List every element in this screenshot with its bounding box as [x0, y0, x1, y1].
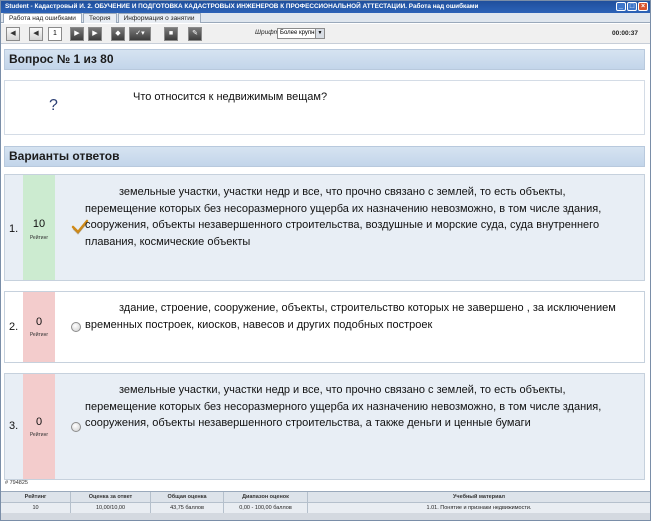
close-icon[interactable]: ×: [638, 2, 648, 11]
status-bar: [1, 513, 650, 520]
tab-theory[interactable]: Теория: [82, 13, 117, 23]
first-page-icon[interactable]: ◀: [6, 27, 20, 41]
answer-text: земельные участки, участки недр и все, ч…: [85, 186, 602, 248]
rating-cell: 0 Рейтинг: [23, 374, 55, 479]
stats-header: Оценка за ответ: [71, 492, 150, 503]
chevron-down-icon[interactable]: ▼: [315, 29, 324, 38]
answer-text: здание, строение, сооружение, объекты, с…: [85, 302, 616, 331]
stats-table: Рейтинг 10 Оценка за ответ 10,00/10,00 О…: [1, 491, 650, 514]
stats-header: Рейтинг: [1, 492, 70, 503]
rating-cell: 10 Рейтинг: [23, 175, 55, 280]
answer-option-1[interactable]: 1. 10 Рейтинг земельные участки, участки…: [4, 174, 645, 281]
minimize-icon[interactable]: _: [616, 2, 626, 11]
rating-label: Рейтинг: [29, 432, 49, 438]
answer-number: 2.: [9, 321, 19, 333]
rating-label: Рейтинг: [29, 332, 49, 338]
stats-col-total-score: Общая оценка 43,75 баллов: [151, 492, 224, 514]
rating-value: 10: [32, 218, 46, 230]
radio-button[interactable]: [71, 322, 81, 332]
stats-value: 0,00 - 100,00 баллов: [239, 505, 292, 511]
app-window: Student - Кадастровый И. 2. ОБУЧЕНИЕ И П…: [0, 0, 651, 521]
stats-header: Учебный материал: [308, 492, 650, 503]
stats-col-rating: Рейтинг 10: [1, 492, 71, 514]
maximize-icon[interactable]: □: [627, 2, 637, 11]
font-size-select[interactable]: Более крупный ▼: [277, 28, 325, 39]
stats-col-answer-score: Оценка за ответ 10,00/10,00: [71, 492, 151, 514]
check-dropdown-icon[interactable]: ✓▾: [129, 27, 151, 41]
title-bar: Student - Кадастровый И. 2. ОБУЧЕНИЕ И П…: [1, 1, 650, 13]
pen-icon[interactable]: ✎: [188, 27, 202, 41]
window-title: Student - Кадастровый И. 2. ОБУЧЕНИЕ И П…: [5, 3, 479, 10]
font-label: Шрифт: [255, 29, 280, 36]
tab-bar: Работа над ошибками Теория Информация о …: [1, 13, 650, 23]
rating-value: 0: [35, 416, 43, 428]
window-controls: _ □ ×: [616, 2, 648, 11]
stats-value: 10,00/10,00: [95, 505, 126, 511]
stats-col-score-range: Диапазон оценок 0,00 - 100,00 баллов: [224, 492, 308, 514]
rating-value: 0: [35, 316, 43, 328]
answers-header: Варианты ответов: [4, 146, 645, 167]
answer-number: 3.: [9, 420, 19, 432]
question-mark-icon: ?: [49, 97, 58, 114]
timer: 00:00:37: [611, 30, 638, 37]
record-id: # 794825: [5, 480, 28, 486]
tab-lesson-info[interactable]: Информация о занятии: [117, 13, 201, 23]
question-header: Вопрос № 1 из 80: [4, 49, 645, 70]
stats-header: Диапазон оценок: [224, 492, 307, 503]
stats-header: Общая оценка: [151, 492, 223, 503]
prev-icon[interactable]: ◀: [29, 27, 43, 41]
stats-value: 1.01. Понятие и признаки недвижимости.: [426, 505, 532, 511]
last-page-icon[interactable]: ▶: [88, 27, 102, 41]
stats-col-study-material: Учебный материал 1.01. Понятие и признак…: [308, 492, 650, 514]
answer-number: 1.: [9, 223, 19, 235]
radio-button[interactable]: [71, 422, 81, 432]
stats-value: 10: [32, 505, 39, 511]
stats-value: 43,75 баллов: [170, 505, 204, 511]
rating-cell: 0 Рейтинг: [23, 292, 55, 362]
book-icon[interactable]: ◆: [111, 27, 125, 41]
answer-text: земельные участки, участки недр и все, ч…: [85, 384, 602, 429]
stop-icon[interactable]: ■: [164, 27, 178, 41]
question-box: ? Что относится к недвижимым вещам?: [4, 80, 645, 135]
question-text: Что относится к недвижимым вещам?: [133, 91, 328, 103]
tab-error-review[interactable]: Работа над ошибками: [3, 13, 82, 23]
next-icon[interactable]: ▶: [70, 27, 84, 41]
answer-option-3[interactable]: 3. 0 Рейтинг земельные участки, участки …: [4, 373, 645, 480]
answer-option-2[interactable]: 2. 0 Рейтинг здание, строение, сооружени…: [4, 291, 645, 363]
rating-label: Рейтинг: [29, 235, 49, 241]
toolbar: ◀ ◀ 1 ▶ ▶ ◆ ✓▾ ■ ✎ Шрифт Более крупный ▼…: [1, 24, 650, 44]
page-number-input[interactable]: 1: [48, 27, 62, 41]
